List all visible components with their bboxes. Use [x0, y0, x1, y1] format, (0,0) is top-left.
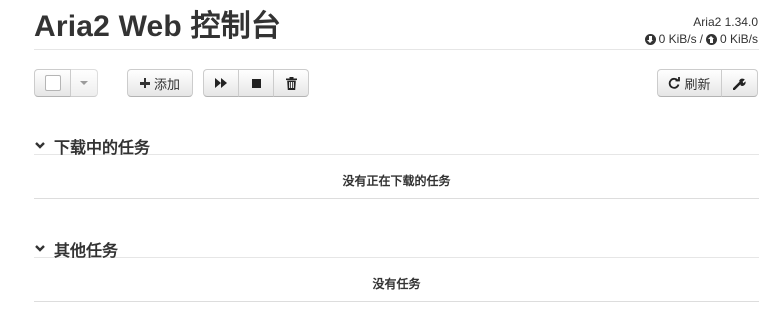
settings-button[interactable] — [721, 69, 758, 97]
refresh-icon — [669, 77, 681, 89]
other-empty-message: 没有任务 — [34, 267, 759, 302]
other-section-header[interactable]: 其他任务 — [34, 237, 759, 260]
page-header: Aria2 Web 控制台 Aria2 1.34.0 0 KiB/s / 0 K… — [34, 0, 759, 50]
upload-speed-icon — [705, 33, 717, 45]
downloading-empty-message: 没有正在下载的任务 — [34, 164, 759, 199]
downloading-section-header[interactable]: 下载中的任务 — [34, 134, 759, 157]
plus-icon — [139, 78, 150, 88]
resume-icon — [215, 78, 227, 88]
downloading-section-title: 下载中的任务 — [54, 140, 151, 157]
page-title: Aria2 Web 控制台 — [34, 10, 282, 43]
resume-task-button[interactable] — [203, 69, 239, 97]
other-section-title: 其他任务 — [54, 243, 119, 260]
select-options-dropdown[interactable] — [70, 69, 98, 97]
delete-task-button[interactable] — [273, 69, 309, 97]
stop-icon — [251, 78, 261, 88]
aria2-version: Aria2 1.34.0 — [693, 15, 758, 29]
chevron-down-icon — [35, 245, 45, 252]
wrench-icon — [733, 78, 746, 90]
caret-down-icon — [80, 81, 88, 85]
add-task-label: 添加 — [153, 76, 180, 92]
refresh-label: 刷新 — [684, 76, 711, 92]
download-speed: 0 KiB/s — [658, 32, 697, 46]
stop-task-button[interactable] — [238, 69, 274, 97]
refresh-button[interactable]: 刷新 — [657, 69, 722, 97]
global-speed-stats: 0 KiB/s / 0 KiB/s — [644, 32, 758, 46]
chevron-down-icon — [35, 142, 45, 149]
upload-speed: 0 KiB/s — [719, 32, 758, 46]
add-task-button[interactable]: 添加 — [127, 69, 193, 97]
speed-separator: / — [699, 32, 703, 46]
trash-icon — [285, 76, 297, 90]
select-all-checkbox-button[interactable] — [34, 69, 71, 97]
select-all-checkbox[interactable] — [44, 75, 61, 91]
download-speed-icon — [644, 33, 656, 45]
